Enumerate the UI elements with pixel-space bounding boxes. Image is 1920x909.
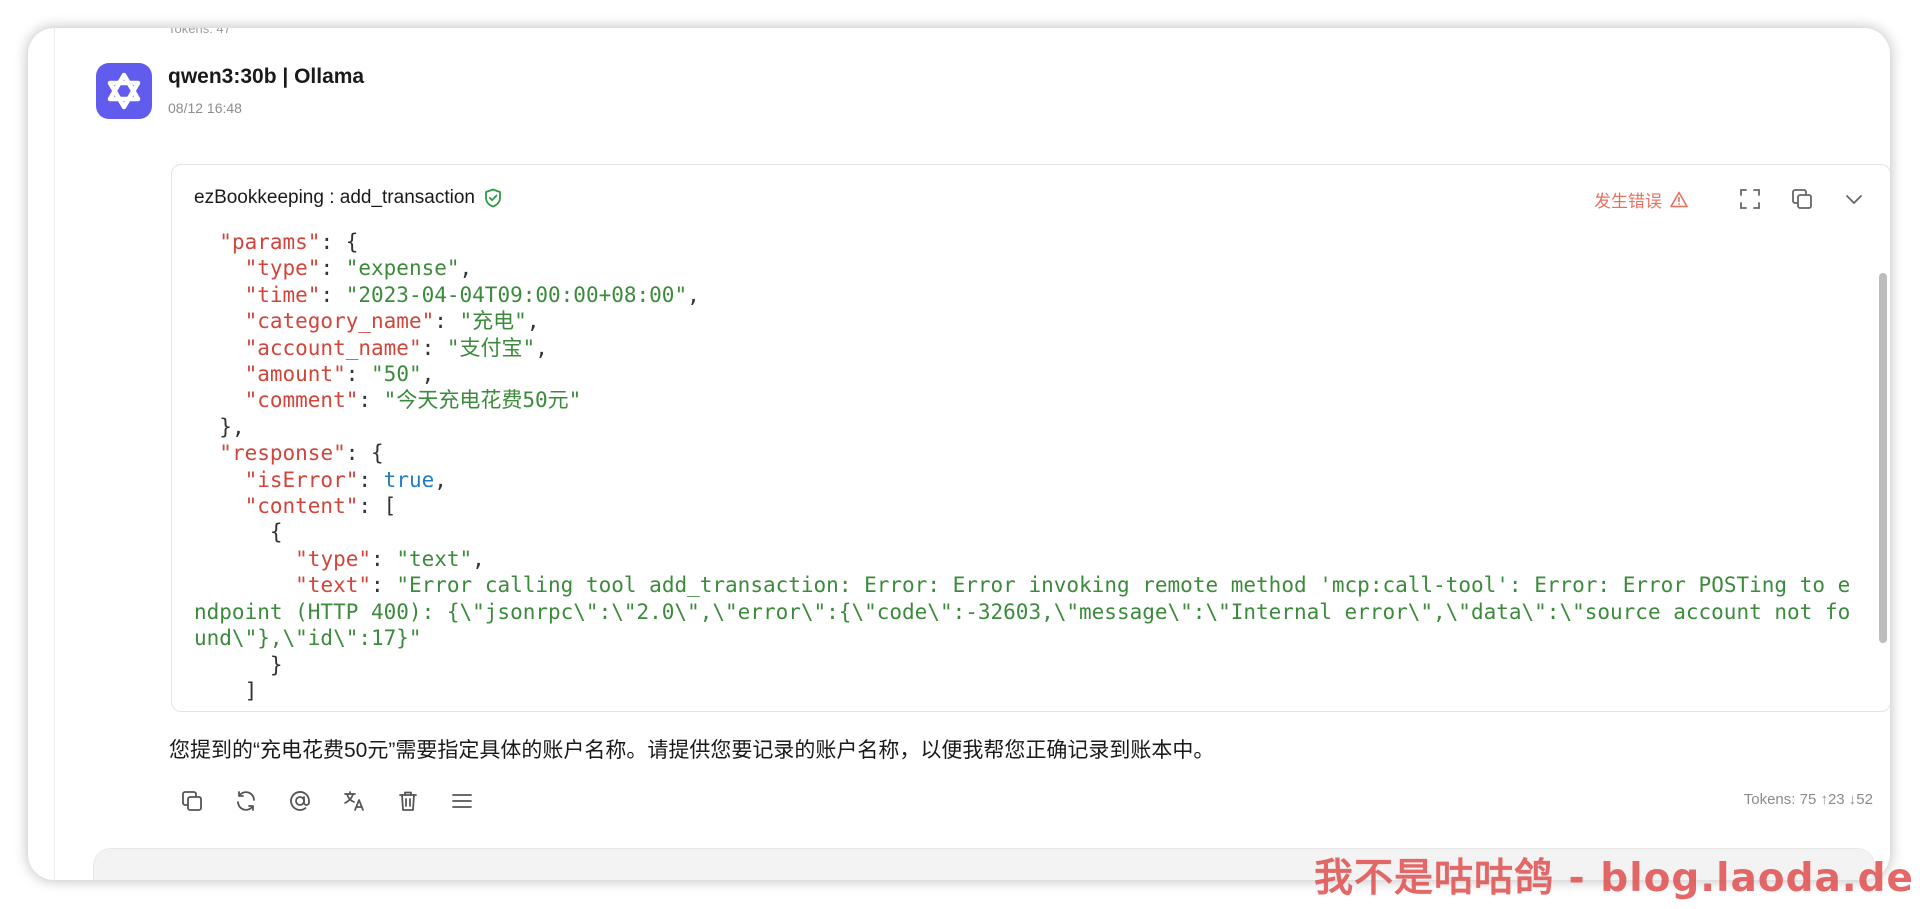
tool-call-actions: 发生错误 — [1594, 181, 1870, 217]
code-token: }, — [219, 414, 245, 439]
code-token: "time" — [244, 282, 321, 307]
model-name: qwen3:30b | Ollama — [168, 65, 365, 88]
code-token: } — [269, 652, 283, 677]
code-token: "params" — [219, 230, 321, 254]
code-token: : { — [345, 441, 384, 466]
code-line: }, — [194, 414, 1854, 440]
sidebar-divider — [54, 28, 55, 880]
code-token: "category_name" — [244, 309, 435, 334]
code-token: "支付宝" — [446, 335, 536, 360]
chat-window: Tokens: 47 qwen3:30b | Ollama 08/12 16:4… — [28, 28, 1890, 880]
model-avatar — [96, 63, 152, 119]
code-token: : — [320, 282, 346, 307]
message-timestamp: 08/12 16:48 — [168, 100, 242, 116]
code-line: "time": "2023-04-04T09:00:00+08:00", — [194, 282, 1854, 308]
code-token: , — [434, 467, 447, 492]
error-status[interactable]: 发生错误 — [1594, 187, 1688, 212]
delete-button[interactable] — [392, 785, 424, 817]
code-token: "type" — [295, 546, 372, 571]
tool-call-header: ezBookkeeping : add_transaction — [194, 187, 502, 209]
mention-icon — [290, 791, 310, 811]
code-line: "type": "expense", — [194, 255, 1854, 281]
code-token: : — [371, 573, 397, 598]
code-line: "comment": "今天充电花费50元" — [194, 387, 1854, 413]
code-token: : — [345, 362, 372, 387]
code-token: true — [383, 467, 435, 492]
translate-button[interactable] — [338, 785, 370, 817]
code-token: : — [434, 309, 460, 334]
tool-call-json: "params": { "type": "expense", "time": "… — [194, 229, 1854, 701]
chevron-down-icon — [1846, 195, 1862, 204]
code-token: , — [421, 362, 435, 387]
code-token: : { — [320, 230, 359, 254]
tool-call-title: ezBookkeeping : add_transaction — [194, 187, 475, 208]
code-token: ] — [244, 678, 258, 701]
error-status-label: 发生错误 — [1594, 191, 1662, 211]
tool-call-card: ezBookkeeping : add_transaction 发生错误 "pa… — [171, 164, 1890, 712]
previous-message-tokens: Tokens: 47 — [168, 28, 231, 36]
assistant-reply: 您提到的“充电花费50元”需要指定具体的账户名称。请提供您要记录的账户名称，以便… — [169, 739, 1215, 762]
code-token: "text" — [295, 573, 372, 598]
code-line: ] — [194, 678, 1854, 701]
fullscreen-button[interactable] — [1734, 183, 1766, 215]
collapse-button[interactable] — [1838, 183, 1870, 215]
code-token: : — [371, 546, 397, 571]
code-token: "response" — [219, 441, 346, 466]
regenerate-button[interactable] — [230, 785, 262, 817]
translate-icon — [344, 791, 364, 811]
code-token: , — [459, 256, 473, 281]
code-token: "今天充电花费50元" — [383, 388, 582, 413]
copy-tool-button[interactable] — [1786, 183, 1818, 215]
code-token: "content" — [244, 494, 359, 519]
code-token: , — [535, 335, 548, 360]
code-token: "account_name" — [244, 335, 422, 360]
copy-message-button[interactable] — [176, 785, 208, 817]
code-token: "Error calling tool add_transaction: Err… — [194, 573, 1851, 651]
code-line: "response": { — [194, 440, 1854, 466]
code-token: : — [320, 256, 346, 281]
copy-icon — [1792, 189, 1812, 209]
code-token: "充电" — [459, 309, 527, 334]
code-token: : — [358, 467, 384, 492]
code-line: "account_name": "支付宝", — [194, 335, 1854, 361]
shield-check-icon — [485, 188, 501, 208]
code-line: { — [194, 519, 1854, 545]
code-token: { — [269, 520, 283, 545]
code-token: "expense" — [345, 256, 460, 281]
code-line: "category_name": "充电", — [194, 308, 1854, 334]
delete-icon — [399, 791, 417, 811]
mention-button[interactable] — [284, 785, 316, 817]
code-token: , — [687, 282, 700, 307]
copy-icon — [182, 791, 202, 811]
code-token: "type" — [244, 256, 321, 281]
code-token: , — [526, 309, 540, 334]
code-token: "amount" — [244, 362, 346, 387]
code-token: "50" — [371, 362, 422, 387]
code-token: , — [472, 546, 485, 571]
code-line: "content": [ — [194, 493, 1854, 519]
code-token: : — [358, 388, 384, 413]
qwen-logo-icon — [107, 72, 141, 110]
code-token: "comment" — [244, 388, 359, 413]
code-line: "params": { — [194, 229, 1854, 255]
code-token: "2023-04-04T09:00:00+08:00" — [345, 282, 688, 307]
message-toolbar — [176, 785, 478, 817]
code-line: "type": "text", — [194, 546, 1854, 572]
menu-icon — [452, 794, 472, 808]
watermark: 我不是咕咕鸽 - blog.laoda.de — [1313, 856, 1914, 901]
code-token: : — [421, 335, 447, 360]
code-line: } — [194, 652, 1854, 678]
code-token: : [ — [358, 494, 397, 519]
code-scrollbar[interactable] — [1879, 273, 1887, 643]
regenerate-icon — [237, 791, 255, 811]
code-line: "amount": "50", — [194, 361, 1854, 387]
code-token: "isError" — [244, 467, 359, 492]
message-tokens: Tokens: 75 ↑23 ↓52 — [1743, 791, 1873, 808]
more-menu-button[interactable] — [446, 785, 478, 817]
warning-icon — [1670, 191, 1688, 207]
code-line: "text": "Error calling tool add_transact… — [194, 572, 1854, 651]
fullscreen-icon — [1740, 189, 1760, 209]
code-token: "text" — [396, 546, 473, 571]
code-line: "isError": true, — [194, 467, 1854, 493]
